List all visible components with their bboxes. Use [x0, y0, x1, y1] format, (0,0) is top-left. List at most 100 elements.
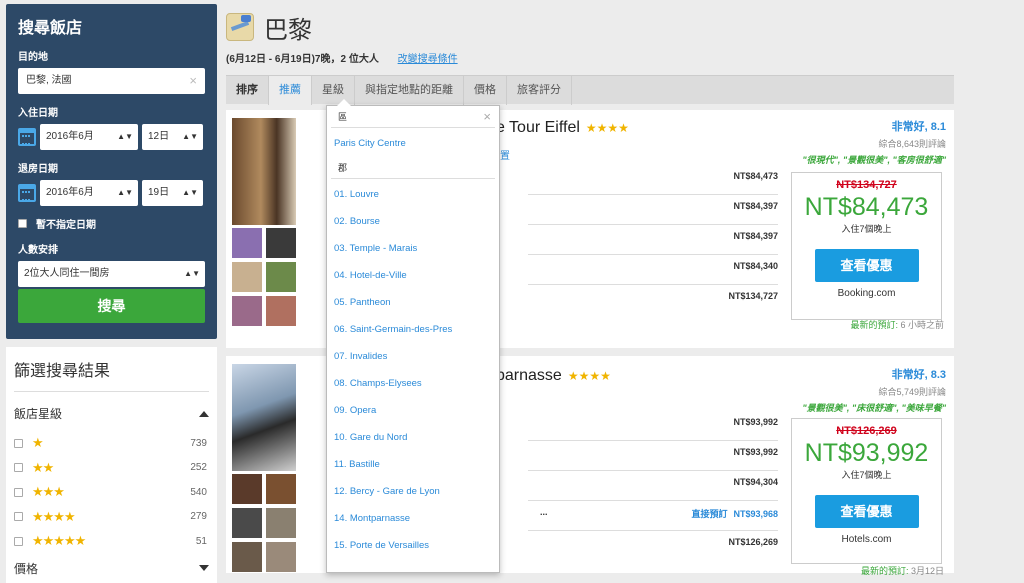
dropdown-item-district[interactable]: 08. Champs-Elysees [327, 370, 499, 397]
star-rating-icon: ★★★★★ [32, 533, 86, 549]
district-list: 01. Louvre 02. Bourse 03. Temple - Marais 0… [327, 181, 499, 559]
thumbnail[interactable] [232, 508, 262, 538]
search-title: 搜尋飯店 [18, 20, 83, 37]
price-row[interactable]: NT$84,397 [528, 196, 778, 225]
checkout-day-select[interactable]: 19日 ▲▼ [142, 180, 203, 206]
no-date-checkbox[interactable] [18, 219, 27, 228]
view-deal-button[interactable]: 查看優惠 [814, 249, 919, 282]
close-icon[interactable]: × [483, 106, 491, 128]
star-filter-checkbox[interactable] [14, 536, 23, 546]
filter-title: 篩選搜尋結果 [14, 357, 209, 392]
rating-score: 非常好, 8.3 [891, 369, 946, 381]
star-count: 540 [190, 486, 207, 498]
dropdown-item-district[interactable]: 01. Louvre [327, 181, 499, 208]
checkout-day-value: 19日 [148, 187, 170, 198]
price-row[interactable]: NT$126,269 [528, 532, 778, 561]
thumbnail[interactable] [266, 262, 296, 292]
thumbnail[interactable] [232, 542, 262, 572]
price-row[interactable]: ... 直接預訂 NT$93,968 [528, 502, 778, 531]
dropdown-item-district[interactable]: 02. Bourse [327, 208, 499, 235]
hotel-name[interactable]: e Tour Eiffel ★★★★ [496, 119, 629, 137]
price-value: NT$84,340 [733, 261, 778, 271]
checkin-month-select[interactable]: 2016年6月 ▲▼ [40, 124, 138, 150]
destination-label: 目的地 [18, 52, 48, 63]
collapse-icon[interactable] [199, 410, 209, 417]
tab-distance[interactable]: 與指定地點的距離 [355, 75, 464, 105]
modify-search-link[interactable]: 改變搜尋條件 [398, 54, 458, 65]
guests-label: 人數安排 [18, 245, 58, 256]
thumbnail[interactable] [232, 228, 262, 258]
dropdown-item-district[interactable]: 12. Bercy - Gare de Lyon [327, 478, 499, 505]
dropdown-item-district[interactable]: 06. Saint-Germain-des-Pres [327, 316, 499, 343]
thumbnail[interactable] [266, 296, 296, 326]
review-count[interactable]: 綜合8,643則評論 [802, 137, 946, 150]
price-row[interactable]: NT$84,473 [528, 166, 778, 195]
view-deal-button[interactable]: 查看優惠 [814, 495, 919, 528]
price-value: NT$94,304 [733, 477, 778, 487]
dropdown-item-district[interactable]: 14. Montparnasse [327, 505, 499, 532]
destination-input[interactable]: 巴黎, 法國 × [18, 68, 205, 94]
tab-price[interactable]: 價格 [464, 75, 507, 105]
price-row[interactable]: NT$93,992 [528, 412, 778, 441]
clear-icon[interactable]: × [189, 68, 197, 94]
price-row[interactable]: NT$84,340 [528, 256, 778, 285]
checkin-day-value: 12日 [148, 131, 170, 142]
checkin-day-select[interactable]: 12日 ▲▼ [142, 124, 203, 150]
hotel-name[interactable]: parnasse ★★★★ [496, 367, 611, 385]
star-filter-row[interactable]: ★ 739 [14, 431, 209, 456]
calendar-icon[interactable] [18, 128, 36, 146]
search-button[interactable]: 搜尋 [18, 289, 205, 323]
no-date-checkbox-row[interactable]: 暫不指定日期 [18, 216, 205, 231]
price-row[interactable]: NT$84,397 [528, 226, 778, 255]
price-filter-header[interactable]: 價格 [14, 560, 209, 577]
dropdown-item-district[interactable]: 07. Invalides [327, 343, 499, 370]
dropdown-item-district[interactable]: 10. Gare du Nord [327, 424, 499, 451]
price-row[interactable]: NT$94,304 [528, 472, 778, 501]
dropdown-item-district[interactable]: 11. Bastille [327, 451, 499, 478]
expand-icon[interactable] [199, 565, 209, 571]
nights-label: 入住7個晚上 [841, 224, 892, 234]
star-filter-checkbox[interactable] [14, 463, 23, 473]
booking-site: Booking.com [837, 288, 896, 299]
thumbnail[interactable] [232, 474, 262, 504]
star-filter-checkbox[interactable] [14, 487, 23, 497]
checkout-month-value: 2016年6月 [46, 187, 94, 198]
star-rating-icon: ★ [32, 435, 44, 451]
star-filter-row[interactable]: ★★★★★ 51 [14, 529, 209, 554]
price-value: NT$126,269 [728, 537, 778, 547]
dropdown-item-city-centre[interactable]: Paris City Centre [327, 130, 499, 157]
price-value: NT$93,992 [733, 417, 778, 427]
star-filter-header[interactable]: 飯店星級 [14, 405, 209, 422]
dropdown-item-district[interactable]: 03. Temple - Marais [327, 235, 499, 262]
review-count[interactable]: 綜合5,749則評論 [802, 385, 946, 398]
hotel-photo[interactable] [232, 118, 296, 225]
dropdown-item-district[interactable]: 09. Opera [327, 397, 499, 424]
hotel-location[interactable]: 置 [500, 147, 510, 162]
tab-recommended[interactable]: 推薦 [269, 75, 312, 105]
thumbnail[interactable] [266, 508, 296, 538]
checkout-month-select[interactable]: 2016年6月 ▲▼ [40, 180, 138, 206]
thumbnail[interactable] [266, 542, 296, 572]
star-filter-checkbox[interactable] [14, 438, 23, 448]
thumbnail[interactable] [232, 296, 262, 326]
hotel-photo[interactable] [232, 364, 296, 471]
thumbnail[interactable] [266, 474, 296, 504]
dropdown-item-district[interactable]: 04. Hotel-de-Ville [327, 262, 499, 289]
price-row[interactable]: NT$134,727 [528, 286, 778, 315]
star-filter-row[interactable]: ★★★ 540 [14, 480, 209, 505]
thumbnail[interactable] [266, 228, 296, 258]
sort-bar: 排序 推薦 星級 與指定地點的距離 價格 旅客評分 [226, 75, 954, 105]
star-filter-row[interactable]: ★★★★ 279 [14, 505, 209, 530]
calendar-icon[interactable] [18, 184, 36, 202]
dropdown-item-district[interactable]: 05. Pantheon [327, 289, 499, 316]
rating-block: 非常好, 8.1 綜合8,643則評論 "很現代", "景觀很美", "客房很舒… [802, 118, 946, 166]
price-row[interactable]: NT$93,992 [528, 442, 778, 471]
tab-rating[interactable]: 旅客評分 [507, 75, 572, 105]
guests-select[interactable]: 2位大人同住一間房 ▲▼ [18, 261, 205, 287]
star-filter-checkbox[interactable] [14, 512, 23, 522]
star-filter-row[interactable]: ★★ 252 [14, 456, 209, 481]
thumbnail[interactable] [232, 262, 262, 292]
checkin-month-value: 2016年6月 [46, 131, 94, 142]
dropdown-item-district[interactable]: 15. Porte de Versailles [327, 532, 499, 559]
main-content: 巴黎 (6月12日 - 6月19日)7晚，2 位大人 改變搜尋條件 排序 推薦 … [226, 0, 954, 576]
